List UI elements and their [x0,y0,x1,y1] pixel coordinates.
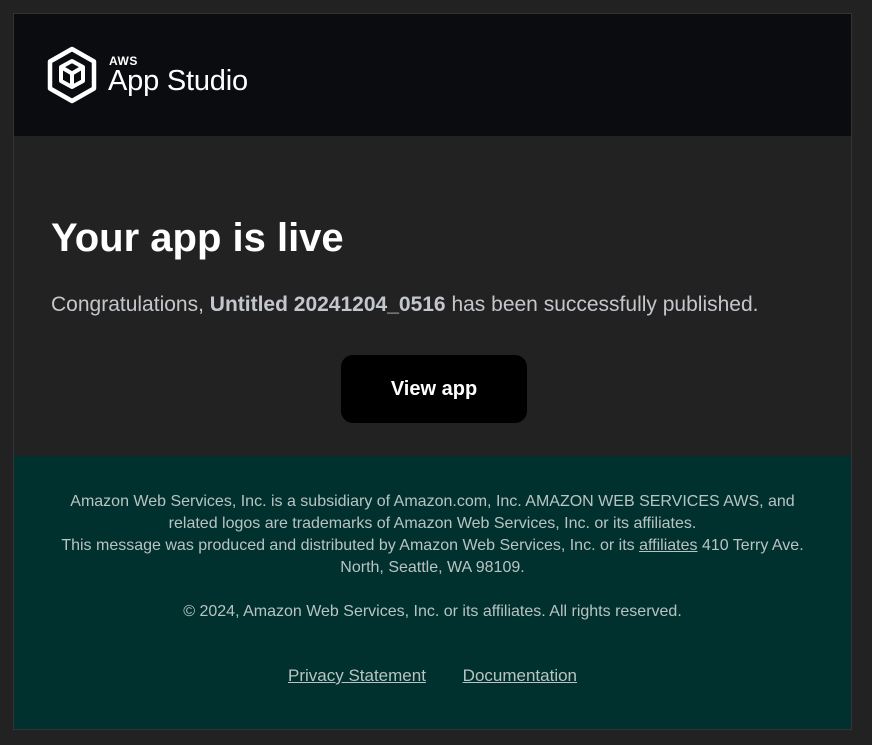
publish-message: Congratulations, Untitled 20241204_0516 … [51,293,758,317]
message-suffix: has been successfully published. [451,293,759,316]
documentation-link[interactable]: Documentation [463,666,577,685]
email-footer: Amazon Web Services, Inc. is a subsidiar… [14,456,851,729]
affiliates-link[interactable]: affiliates [639,537,697,554]
legal-trademark-text: Amazon Web Services, Inc. is a subsidiar… [70,493,795,532]
message-prefix: Congratulations, [51,293,204,316]
legal-address-text: This message was produced and distribute… [54,535,811,579]
email-container: AWS App Studio Your app is live Congratu… [13,13,852,730]
app-studio-logo-icon [47,46,97,104]
legal-line2-prefix: This message was produced and distribute… [61,537,635,554]
page-title: Your app is live [51,216,344,260]
copyright-text: © 2024, Amazon Web Services, Inc. or its… [183,603,682,620]
view-app-button[interactable]: View app [341,355,527,423]
footer-links: Privacy Statement Documentation [14,666,851,686]
app-name: Untitled 20241204_0516 [209,293,446,316]
legal-notice: Amazon Web Services, Inc. is a subsidiar… [54,491,811,579]
brand-name: App Studio [108,65,248,97]
email-header: AWS App Studio [14,14,851,136]
email-body: Your app is live Congratulations, Untitl… [14,136,851,456]
privacy-statement-link[interactable]: Privacy Statement [288,666,426,685]
